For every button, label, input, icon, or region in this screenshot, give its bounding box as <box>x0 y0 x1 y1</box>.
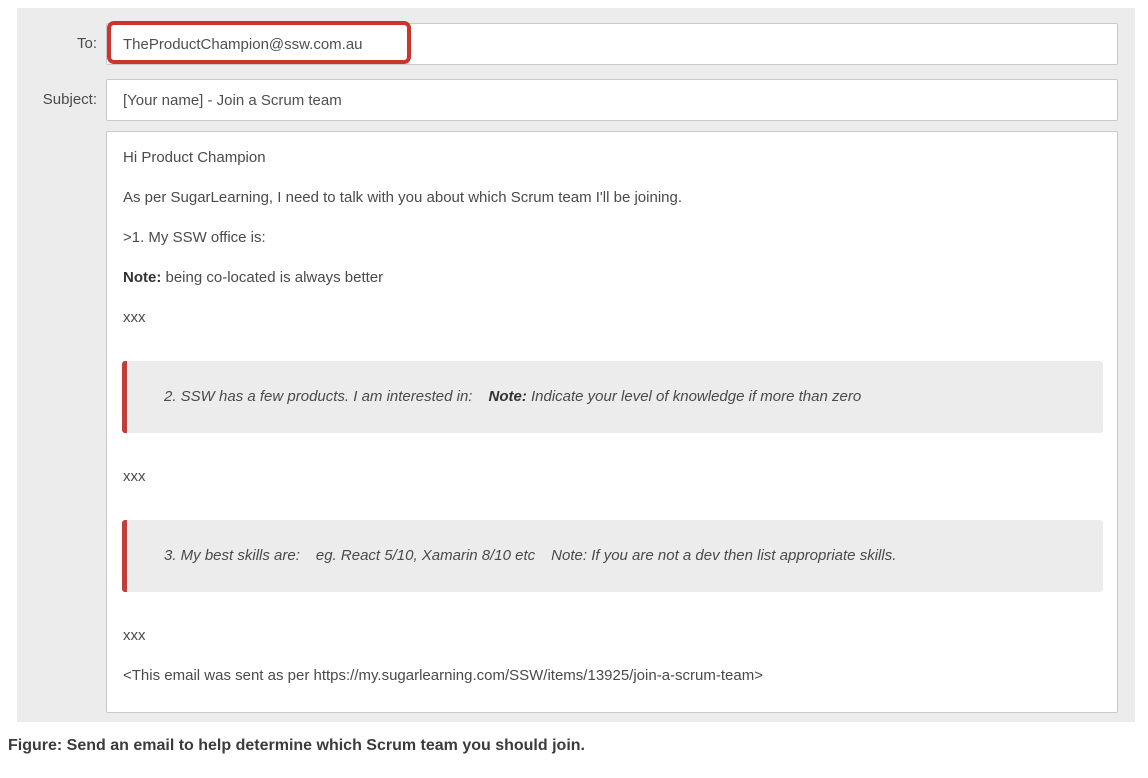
quote-question-2: 2. SSW has a few products. I am interest… <box>122 361 1103 433</box>
intro-text: As per SugarLearning, I need to talk wit… <box>123 187 1101 208</box>
placeholder-xxx-2: xxx <box>123 466 1101 487</box>
to-label: To: <box>17 34 97 54</box>
figure-caption: Figure: Send an email to help determine … <box>8 735 585 756</box>
note-1-text: Note: being co-located is always better <box>123 267 1101 288</box>
quote-2-note-body: Indicate your level of knowledge if more… <box>527 388 861 405</box>
placeholder-xxx-3: xxx <box>123 625 1101 646</box>
note-1-label: Note: <box>123 269 161 286</box>
greeting-text: Hi Product Champion <box>123 147 1101 168</box>
email-template-panel: To: Subject: Hi Product Champion As per … <box>17 8 1135 722</box>
question-1-text: >1. My SSW office is: <box>123 227 1101 248</box>
quote-3-note: Note: If you are not a dev then list app… <box>551 547 896 564</box>
footer-text: <This email was sent as per https://my.s… <box>123 665 1101 686</box>
placeholder-xxx-1: xxx <box>123 307 1101 328</box>
email-body-field[interactable]: Hi Product Champion As per SugarLearning… <box>106 131 1118 713</box>
note-1-body: being co-located is always better <box>161 269 383 286</box>
quote-3-text: 3. My best skills are: <box>164 547 300 564</box>
quote-2-text: 2. SSW has a few products. I am interest… <box>164 388 472 405</box>
subject-label: Subject: <box>17 90 97 110</box>
page: To: Subject: Hi Product Champion As per … <box>0 0 1148 778</box>
quote-3-example: eg. React 5/10, Xamarin 8/10 etc <box>316 547 535 564</box>
quote-2-note-label: Note: <box>488 388 526 405</box>
subject-input[interactable] <box>106 79 1118 121</box>
quote-question-3: 3. My best skills are: eg. React 5/10, Xa… <box>122 520 1103 592</box>
to-input[interactable] <box>106 23 1118 65</box>
